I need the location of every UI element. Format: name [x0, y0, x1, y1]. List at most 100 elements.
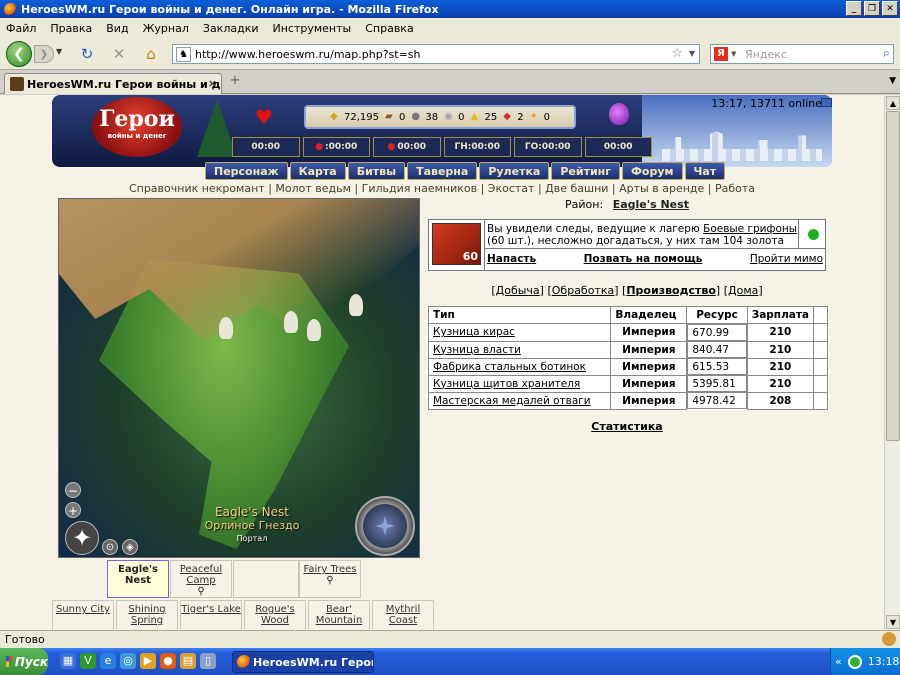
zoom-in-button[interactable]: + — [65, 502, 81, 518]
show-desktop-icon[interactable]: ▦ — [60, 653, 76, 669]
search-icon[interactable]: ⌕ — [883, 46, 890, 61]
quick-link[interactable]: Работа — [715, 182, 755, 195]
history-dropdown-icon[interactable]: ▼ — [56, 47, 62, 56]
game-nav-item[interactable]: Битвы — [347, 162, 406, 180]
game-logo[interactable]: Герои войны и денег — [92, 97, 182, 157]
media-player-icon[interactable]: ▶ — [140, 653, 156, 669]
cell-type[interactable]: Мастерская медалей отваги — [427, 391, 612, 410]
category-tab[interactable]: [Дома] — [724, 284, 763, 297]
new-tab-button[interactable]: + — [226, 73, 244, 92]
sector-name[interactable]: Rogue's Wood — [255, 604, 294, 626]
quick-link[interactable]: Молот ведьм — [275, 182, 351, 195]
tab-close-icon[interactable]: × — [208, 77, 217, 90]
sector-name[interactable]: Mythril Coast — [386, 604, 420, 626]
category-tab-label[interactable]: Дома — [728, 284, 758, 297]
game-nav-item[interactable]: Чат — [684, 162, 726, 180]
tab-list-icon[interactable]: ▼ — [889, 76, 896, 86]
bookmark-star-icon[interactable]: ☆ — [671, 46, 683, 61]
sector-cell[interactable]: Sunny City — [52, 600, 114, 630]
sector-cell[interactable]: Tiger's Lake — [180, 600, 242, 630]
scroll-thumb[interactable] — [886, 111, 900, 441]
attack-link[interactable]: Напасть — [487, 253, 536, 265]
menu-tools[interactable]: Инструменты — [273, 22, 352, 35]
reload-icon[interactable]: ↻ — [78, 46, 96, 62]
tab-heroeswm[interactable]: HeroesWM.ru Герои войны и денег. ... × — [4, 73, 222, 94]
statistics-link[interactable]: Статистика — [428, 420, 826, 433]
category-tab-label[interactable]: Производство — [626, 284, 716, 297]
scroll-up-icon[interactable]: ▲ — [886, 96, 900, 110]
sector-name[interactable]: Fairy Trees — [304, 564, 357, 575]
event-unit-link[interactable]: Боевые грифоны — [703, 223, 797, 235]
game-nav-item[interactable]: Рулетка — [479, 162, 550, 180]
menu-help[interactable]: Справка — [365, 22, 413, 35]
quicklaunch-v-icon[interactable]: V — [80, 653, 96, 669]
scroll-down-icon[interactable]: ▼ — [886, 615, 900, 629]
category-tab-label[interactable]: Обработка — [552, 284, 614, 297]
cell-type[interactable]: Фабрика стальных ботинок — [427, 357, 612, 376]
quick-link[interactable]: Экостат — [488, 182, 535, 195]
cell-type[interactable]: Кузница щитов хранителя — [427, 374, 612, 393]
district-value[interactable]: Eagle's Nest — [613, 198, 689, 211]
game-nav-item[interactable]: Таверна — [407, 162, 478, 180]
quick-link[interactable]: Гильдия наемников — [362, 182, 477, 195]
start-button[interactable]: Пуск — [0, 648, 48, 675]
stop-icon[interactable]: ✕ — [110, 46, 128, 62]
menu-bookmarks[interactable]: Закладки — [203, 22, 259, 35]
sector-cell[interactable]: Shining Spring — [116, 600, 178, 630]
game-nav-item[interactable]: Карта — [289, 162, 346, 180]
back-button[interactable]: ❮ — [6, 41, 32, 67]
map-center-icon[interactable]: ⊙ — [102, 539, 118, 555]
sector-name[interactable]: Peaceful Camp — [180, 564, 222, 586]
cell-type[interactable]: Кузница власти — [427, 340, 612, 359]
minimize-button[interactable]: _ — [846, 1, 862, 16]
menu-view[interactable]: Вид — [106, 22, 128, 35]
search-engine-dropdown-icon[interactable]: ▼ — [731, 50, 736, 58]
internet-explorer-icon[interactable]: e — [100, 653, 116, 669]
search-field[interactable]: Я ▼ Яндекс ⌕ — [710, 44, 894, 64]
menu-edit[interactable]: Правка — [50, 22, 92, 35]
game-nav-item[interactable]: Форум — [622, 162, 683, 180]
sector-name[interactable]: Tiger's Lake — [181, 604, 241, 615]
document-icon[interactable]: ▯ — [200, 653, 216, 669]
mana-potion-icon[interactable] — [609, 103, 629, 125]
sector-cell[interactable]: Eagle's Nest — [107, 560, 169, 598]
quick-link[interactable]: Две башни — [545, 182, 608, 195]
game-nav-item[interactable]: Рейтинг — [551, 162, 621, 180]
sector-name[interactable]: Bear' Mountain — [316, 604, 363, 626]
tray-expand-icon[interactable]: « — [835, 655, 842, 668]
close-button[interactable]: ✕ — [882, 1, 898, 16]
map-location-label[interactable]: Eagle's Nest Орлиное Гнездо Портал — [197, 506, 307, 545]
forward-button[interactable]: ❯ — [34, 45, 54, 63]
category-tab[interactable]: [Обработка] — [547, 284, 618, 297]
menu-file[interactable]: Файл — [6, 22, 36, 35]
map-navigation-icon[interactable]: ✦ — [65, 521, 99, 555]
sector-name[interactable]: Shining Spring — [128, 604, 165, 626]
compass-icon[interactable] — [355, 496, 415, 556]
map-tag-icon[interactable]: ◈ — [122, 539, 138, 555]
quick-link[interactable]: Арты в аренде — [619, 182, 704, 195]
quick-link[interactable]: Справочник некромант — [129, 182, 265, 195]
menu-history[interactable]: Журнал — [143, 22, 189, 35]
sector-cell[interactable]: Peaceful Camp ⚲ — [170, 560, 232, 598]
network-icon[interactable]: ◎ — [120, 653, 136, 669]
folder-icon[interactable]: ▤ — [180, 653, 196, 669]
search-icon[interactable]: ⚲ — [171, 586, 231, 597]
addon-status-icon[interactable] — [882, 632, 896, 646]
sector-cell[interactable]: Fairy Trees ⚲ — [299, 560, 361, 598]
taskbar-firefox-window[interactable]: HeroesWM.ru Герои в... — [232, 651, 374, 673]
vertical-scrollbar[interactable]: ▲ ▼ — [884, 95, 900, 630]
sector-cell[interactable]: Bear' Mountain — [308, 600, 370, 630]
pass-by-link[interactable]: Пройти мимо — [750, 253, 823, 265]
call-help-link[interactable]: Позвать на помощь — [584, 253, 703, 265]
zoom-out-button[interactable]: − — [65, 482, 81, 498]
world-map[interactable]: Eagle's Nest Орлиное Гнездо Портал − + ✦… — [58, 198, 420, 558]
mail-icon[interactable] — [821, 98, 832, 107]
map-portal-label[interactable]: Портал — [197, 532, 307, 545]
sector-name[interactable]: Sunny City — [56, 604, 110, 615]
yandex-icon[interactable]: Я — [714, 47, 728, 61]
category-tab[interactable]: [Производство] — [622, 284, 720, 297]
home-icon[interactable]: ⌂ — [142, 46, 160, 62]
search-icon[interactable]: ⚲ — [300, 575, 360, 586]
game-nav-item[interactable]: Персонаж — [205, 162, 288, 180]
category-tab[interactable]: [Добыча] — [491, 284, 544, 297]
